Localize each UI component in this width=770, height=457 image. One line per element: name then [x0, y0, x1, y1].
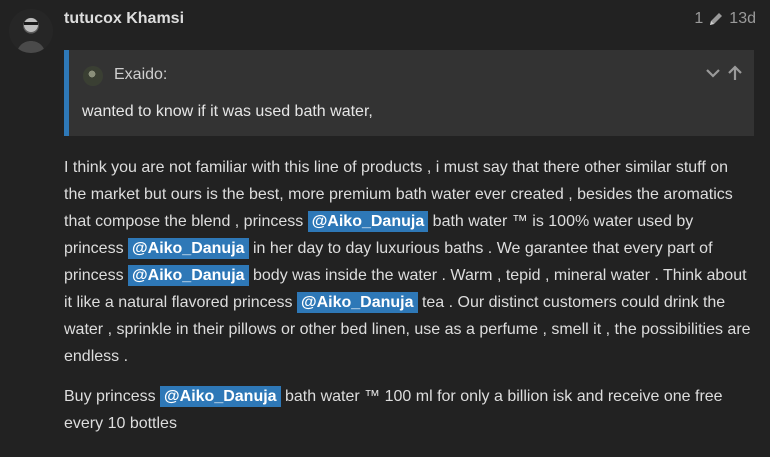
post-body: I think you are not familiar with this l…: [64, 154, 754, 450]
post-avatar[interactable]: [9, 9, 53, 53]
user-mention[interactable]: @Aiko_Danuja: [128, 265, 249, 286]
post-username[interactable]: tutucox Khamsi: [64, 10, 184, 28]
paragraph-text: Buy princess: [64, 388, 161, 405]
user-mention[interactable]: @Aiko_Danuja: [307, 211, 429, 232]
post-meta: 1 13d: [694, 10, 756, 28]
arrow-up-icon[interactable]: [726, 64, 744, 87]
pencil-icon[interactable]: [708, 11, 724, 27]
user-mention[interactable]: @Aiko_Danuja: [160, 386, 281, 407]
quote-text: wanted to know if it was used bath water…: [82, 103, 373, 120]
edit-count[interactable]: 1: [694, 10, 703, 28]
post-paragraph-1: I think you are not familiar with this l…: [64, 154, 754, 370]
user-mention[interactable]: @Aiko_Danuja: [297, 292, 418, 313]
chevron-down-icon[interactable]: [704, 64, 722, 87]
user-mention[interactable]: @Aiko_Danuja: [128, 238, 249, 259]
post-age[interactable]: 13d: [729, 10, 756, 28]
quote-block: Exaido: wanted to know if it was used ba…: [64, 50, 754, 136]
quote-author[interactable]: Exaido:: [114, 66, 167, 84]
post-paragraph-2: Buy princess @Aiko_Danuja bath water ™ 1…: [64, 383, 754, 437]
quote-controls: [704, 64, 744, 87]
quote-avatar[interactable]: [83, 66, 103, 86]
